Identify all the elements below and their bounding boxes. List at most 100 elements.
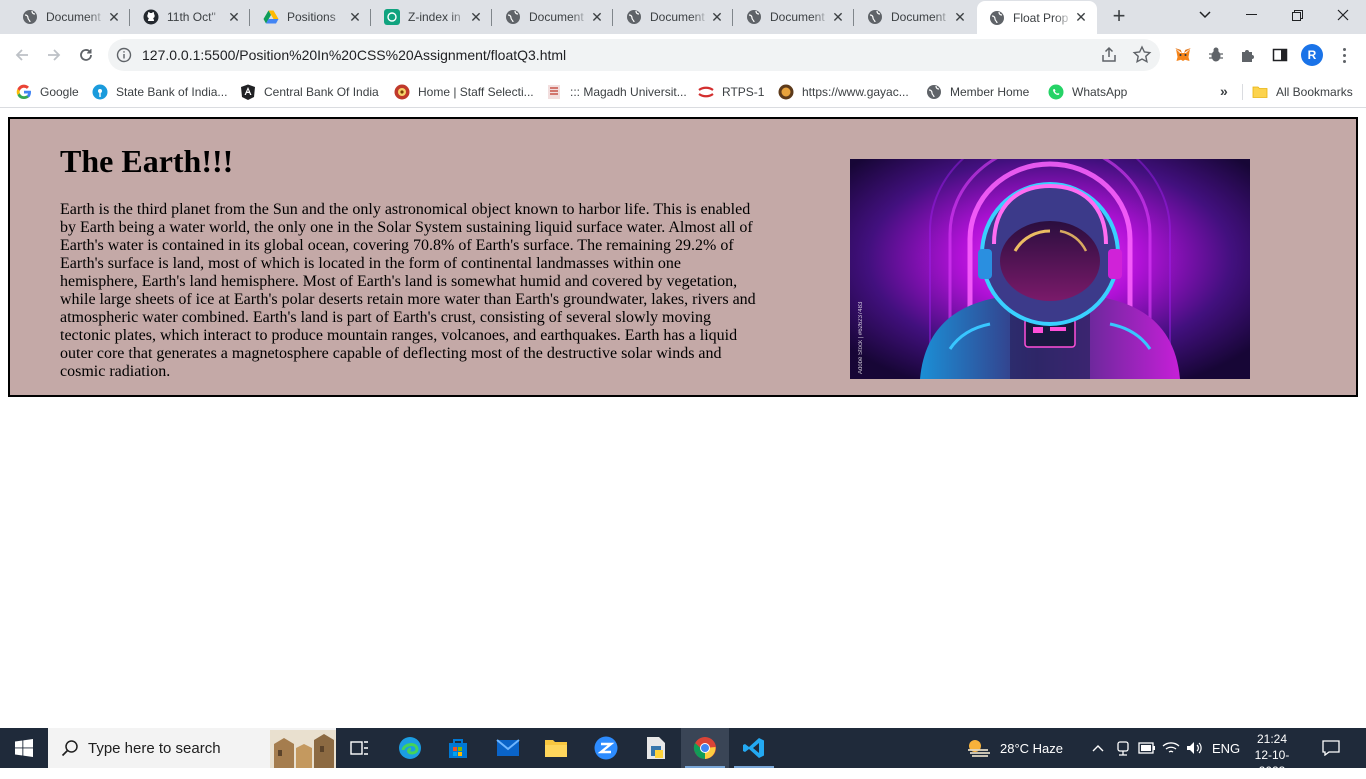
- bookmark-label: Google: [40, 85, 79, 99]
- chrome-taskbar-button[interactable]: [681, 728, 729, 768]
- bookmark-label: ::: Magadh Universit...: [570, 85, 687, 99]
- restore-icon: [1291, 9, 1303, 21]
- tab-title: Document: [529, 10, 584, 24]
- browser-tab[interactable]: Positions ✕: [251, 0, 371, 34]
- show-hidden-icons-button[interactable]: [1092, 728, 1104, 768]
- minimize-button[interactable]: [1228, 0, 1274, 30]
- bookmarks-divider: [1242, 84, 1243, 100]
- page-heading: The Earth!!!: [60, 143, 234, 179]
- bookmark-item[interactable]: https://www.gayac...: [778, 82, 909, 102]
- bookmark-item[interactable]: State Bank of India...: [92, 82, 227, 102]
- close-tab-icon[interactable]: ✕: [1073, 9, 1089, 26]
- document-icon: [647, 737, 665, 759]
- chatgpt-icon: [384, 9, 400, 25]
- bug-extension-icon[interactable]: [1205, 44, 1227, 66]
- close-tab-icon[interactable]: ✕: [830, 9, 846, 25]
- tray-language[interactable]: ENG: [1212, 728, 1240, 768]
- site-info-icon[interactable]: [116, 47, 132, 68]
- back-button[interactable]: [8, 41, 36, 69]
- browser-tab[interactable]: Document ✕: [855, 0, 976, 34]
- new-tab-button[interactable]: +: [1106, 5, 1132, 29]
- close-tab-icon[interactable]: ✕: [468, 9, 484, 25]
- bookmark-item[interactable]: Google: [16, 82, 79, 102]
- forward-button[interactable]: [40, 41, 68, 69]
- bookmarks-bar: Google State Bank of India... Central Bank…: [0, 76, 1366, 108]
- all-bookmarks-folder[interactable]: All Bookmarks: [1252, 82, 1353, 102]
- vscode-icon: [743, 738, 764, 758]
- close-tab-icon[interactable]: ✕: [226, 9, 242, 25]
- weather-widget[interactable]: 28°C Haze: [966, 728, 1063, 768]
- bookmark-item[interactable]: WhatsApp: [1048, 82, 1127, 102]
- tray-battery[interactable]: [1138, 728, 1156, 768]
- whatsapp-icon: [1048, 84, 1064, 100]
- tab-title: Document: [891, 10, 946, 24]
- reload-button[interactable]: [72, 41, 100, 69]
- haze-weather-icon: [968, 740, 990, 757]
- close-tab-icon[interactable]: ✕: [589, 9, 605, 25]
- file-taskbar-button[interactable]: [632, 728, 680, 768]
- windows-taskbar: Type here to search 28°C Haze ENG 21:24 …: [0, 728, 1366, 778]
- share-icon[interactable]: [1100, 46, 1118, 69]
- language-label: ENG: [1212, 740, 1241, 756]
- bookmark-label: Central Bank Of India: [264, 85, 379, 99]
- task-view-button[interactable]: [336, 728, 384, 768]
- tray-volume[interactable]: [1186, 728, 1204, 768]
- browser-tab[interactable]: Document ✕: [493, 0, 613, 34]
- store-taskbar-button[interactable]: [434, 728, 482, 768]
- side-panel-icon[interactable]: [1269, 44, 1291, 66]
- address-bar[interactable]: 127.0.0.1:5500/Position%20In%20CSS%20Ass…: [108, 39, 1160, 71]
- zoom-taskbar-button[interactable]: [582, 728, 630, 768]
- vscode-taskbar-button[interactable]: [730, 728, 778, 768]
- tab-separator: [249, 9, 250, 26]
- bookmark-star-icon[interactable]: [1132, 45, 1152, 70]
- tab-separator: [491, 9, 492, 26]
- bookmark-item[interactable]: Member Home: [926, 82, 1029, 102]
- close-tab-icon[interactable]: ✕: [952, 9, 968, 25]
- explorer-taskbar-button[interactable]: [532, 728, 580, 768]
- bookmark-label: Member Home: [950, 85, 1030, 99]
- restore-button[interactable]: [1274, 0, 1320, 30]
- wifi-icon: [1162, 742, 1180, 753]
- extensions-puzzle-icon[interactable]: [1237, 44, 1259, 66]
- browser-tab[interactable]: Float Prop ✕: [977, 1, 1097, 34]
- google-icon: [16, 84, 32, 100]
- browser-tab[interactable]: Z-index in ✕: [372, 0, 492, 34]
- notification-center-button[interactable]: [1316, 736, 1346, 760]
- close-tab-icon[interactable]: ✕: [347, 9, 363, 25]
- gaya-icon: [778, 84, 794, 100]
- close-window-button[interactable]: [1320, 0, 1366, 30]
- chrome-menu-icon[interactable]: [1336, 44, 1352, 66]
- url-text[interactable]: 127.0.0.1:5500/Position%20In%20CSS%20Ass…: [142, 47, 566, 63]
- chevron-down-icon: [1199, 11, 1211, 19]
- bookmark-item[interactable]: ::: Magadh Universit...: [546, 82, 687, 102]
- start-button[interactable]: [0, 728, 48, 768]
- bookmark-item[interactable]: Central Bank Of India: [240, 82, 379, 102]
- browser-tab[interactable]: Document ✕: [734, 0, 854, 34]
- close-tab-icon[interactable]: ✕: [106, 9, 122, 25]
- tab-search-button[interactable]: [1182, 0, 1228, 30]
- profile-avatar[interactable]: R: [1301, 44, 1323, 66]
- tab-title: 11th Oct": [167, 10, 216, 24]
- page-viewport: The Earth!!! Earth is the third planet f…: [0, 109, 1366, 728]
- taskbar-clock[interactable]: 21:24 12-10-2023: [1244, 731, 1300, 779]
- bookmarks-overflow-icon[interactable]: »: [1220, 83, 1228, 99]
- bookmark-item[interactable]: RTPS-1: [698, 82, 764, 102]
- bookmark-label: RTPS-1: [722, 85, 765, 99]
- taskbar-search-box[interactable]: Type here to search: [48, 728, 336, 768]
- mail-taskbar-button[interactable]: [484, 728, 532, 768]
- tray-network[interactable]: [1162, 728, 1180, 768]
- github-icon: [143, 9, 159, 25]
- browser-tab[interactable]: Document ✕: [10, 0, 130, 34]
- clock-date: 12-10-2023: [1254, 748, 1290, 778]
- edge-taskbar-button[interactable]: [386, 728, 434, 768]
- bookmark-item[interactable]: Home | Staff Selecti...: [394, 82, 534, 102]
- tab-title: Float Prop: [1013, 10, 1069, 25]
- browser-toolbar: 127.0.0.1:5500/Position%20In%20CSS%20Ass…: [0, 34, 1366, 76]
- close-tab-icon[interactable]: ✕: [709, 9, 725, 25]
- all-bookmarks-label: All Bookmarks: [1276, 85, 1353, 99]
- tray-meet-now[interactable]: [1116, 728, 1130, 768]
- metamask-extension-icon[interactable]: [1172, 44, 1194, 66]
- browser-tab[interactable]: 11th Oct" ✕: [131, 0, 250, 34]
- tab-separator: [853, 9, 854, 26]
- browser-tab[interactable]: Document ✕: [614, 0, 733, 34]
